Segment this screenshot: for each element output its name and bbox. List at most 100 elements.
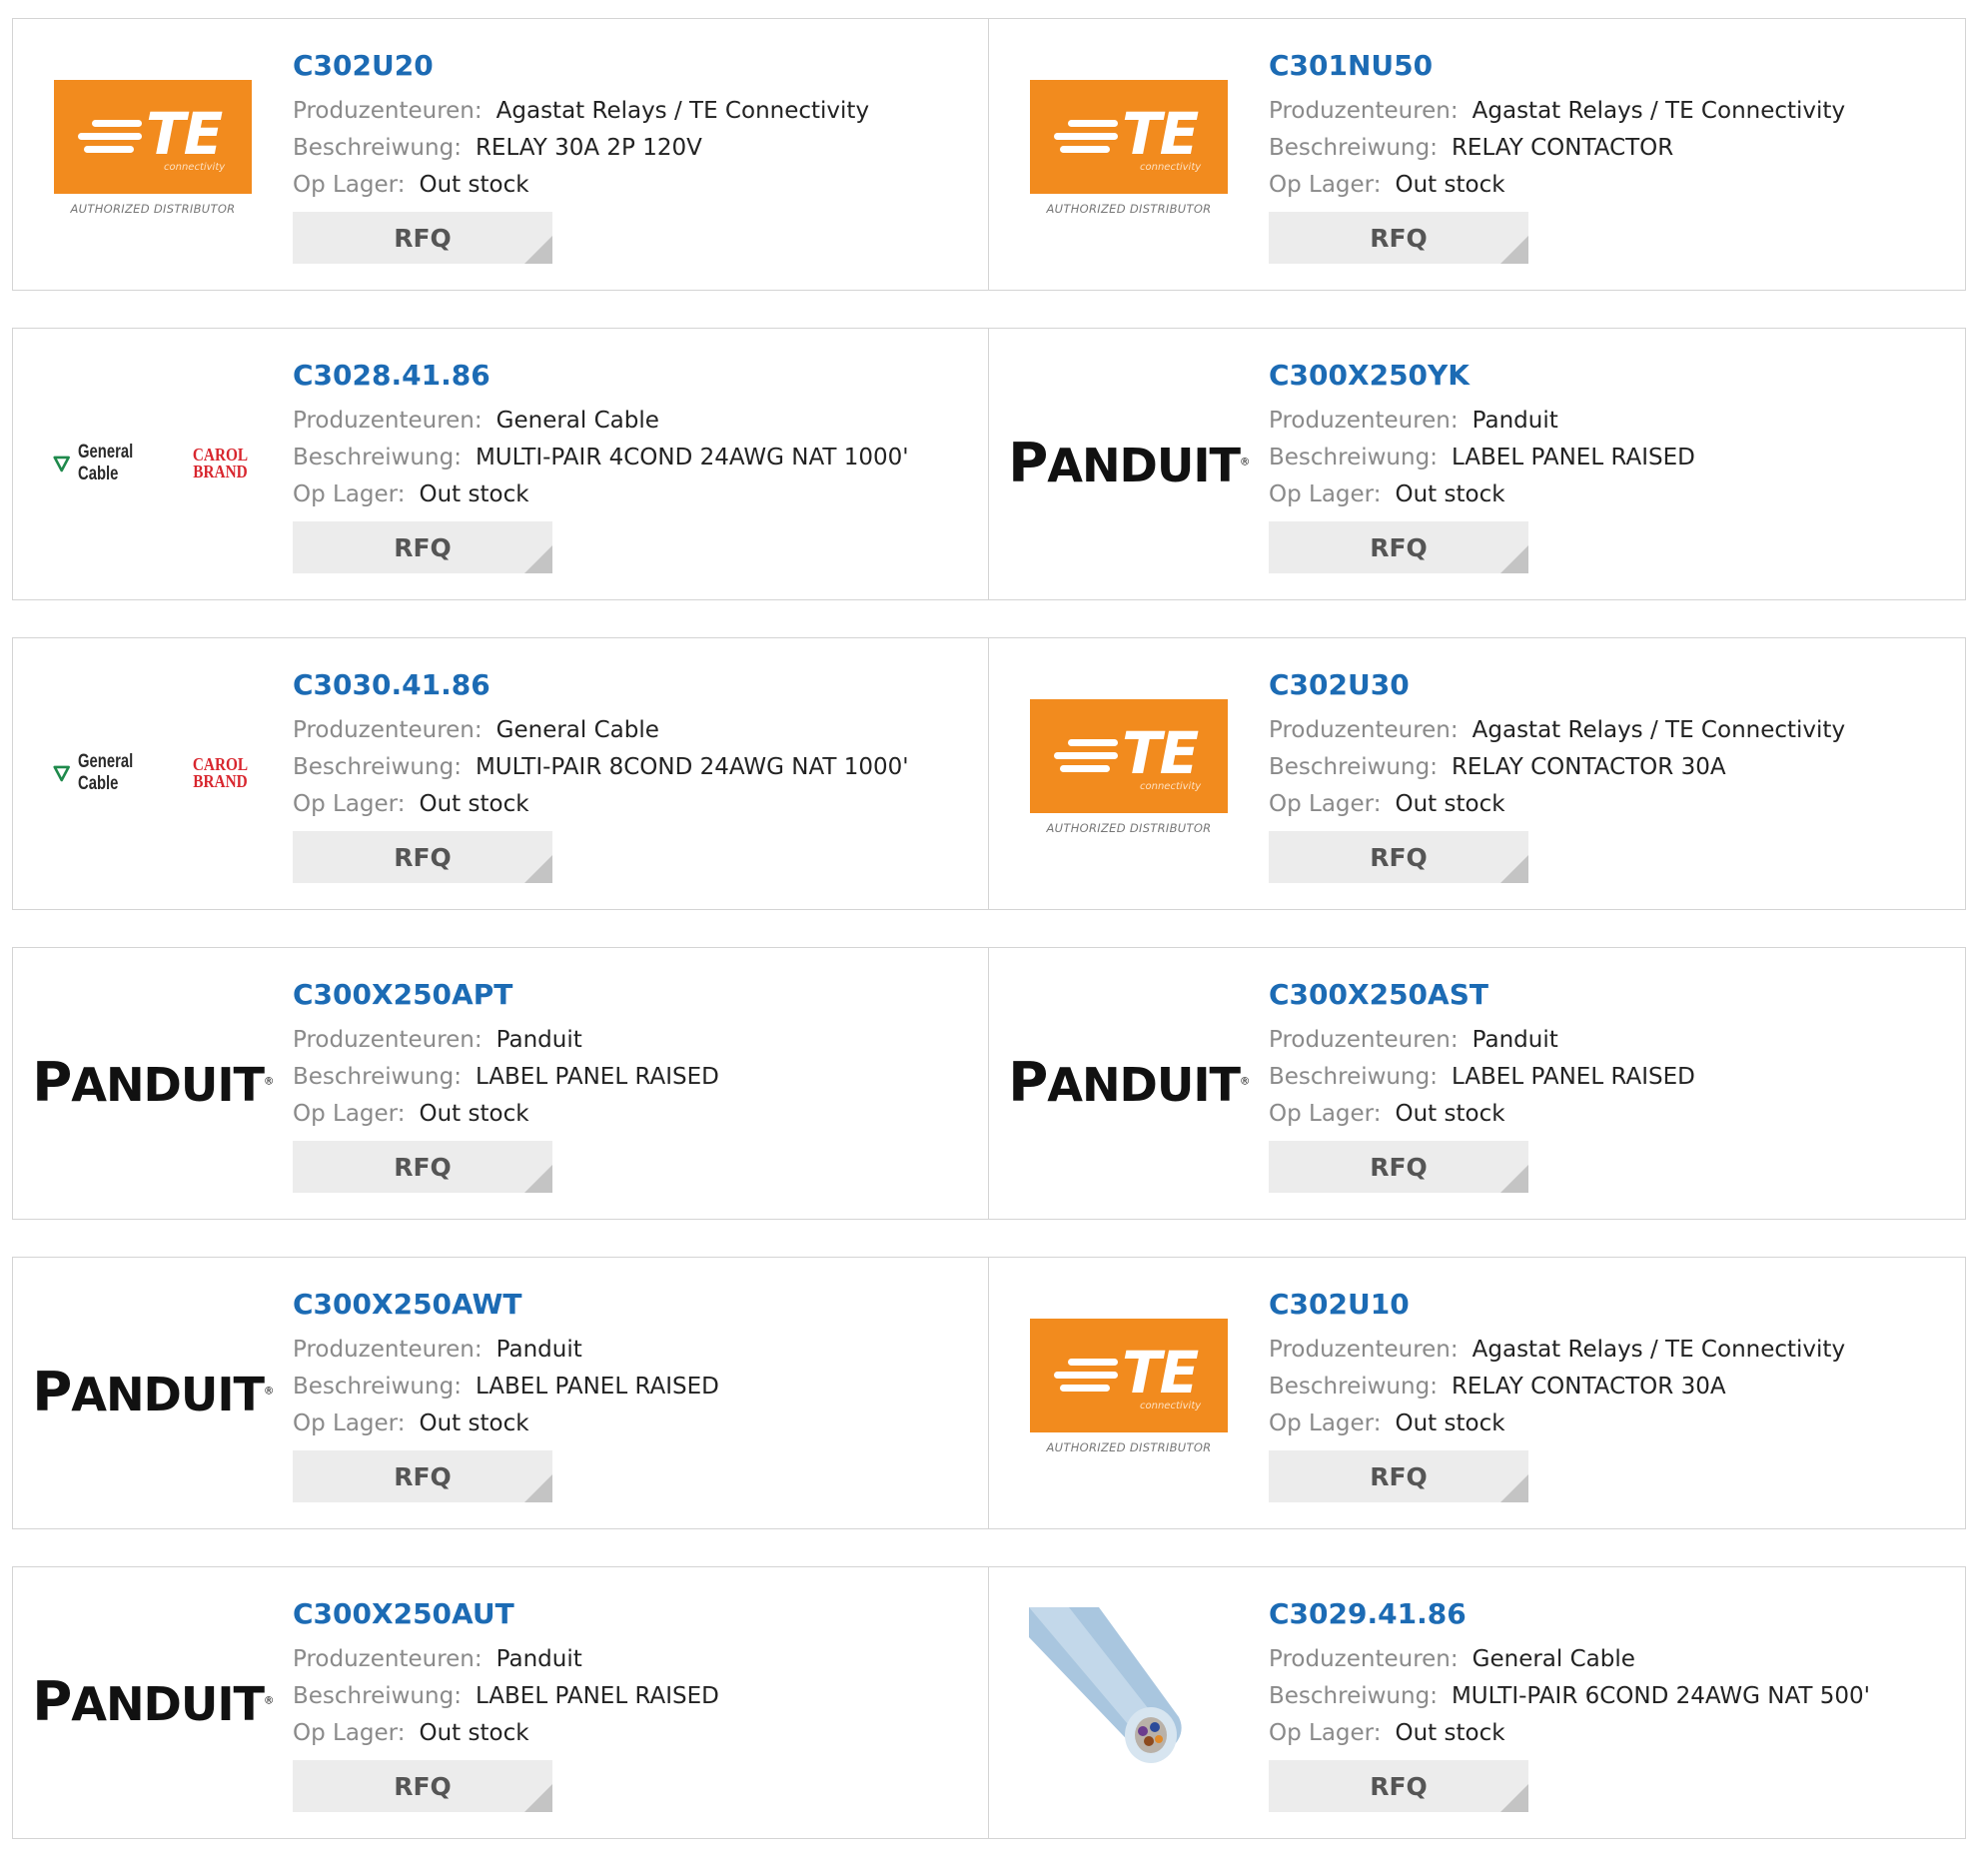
general-cable-shield-icon xyxy=(53,456,70,472)
rfq-button[interactable]: RFQ xyxy=(293,1760,552,1812)
rfq-button[interactable]: RFQ xyxy=(293,521,552,573)
description-value: MULTI-PAIR 4COND 24AWG NAT 1000' xyxy=(475,445,909,470)
product-card: General Cable CAROL BRAND C3028.41.86 Pr… xyxy=(12,328,989,600)
rfq-button[interactable]: RFQ xyxy=(1269,1760,1528,1812)
description-line: Beschreiwung: MULTI-PAIR 8COND 24AWG NAT … xyxy=(293,749,968,786)
part-number-link[interactable]: C3029.41.86 xyxy=(1269,1597,1945,1631)
product-info: C300X250APT Produzenteuren: Panduit Besch… xyxy=(293,978,968,1193)
description-value: RELAY CONTACTOR 30A xyxy=(1451,754,1726,780)
stock-line: Op Lager: Out stock xyxy=(293,1096,968,1133)
manufacturer-line: Produzenteuren: General Cable xyxy=(1269,1641,1945,1678)
panduit-logo: PANDUIT® xyxy=(32,1670,274,1734)
description-value: RELAY 30A 2P 120V xyxy=(475,135,702,161)
te-tagline: connectivity xyxy=(1140,162,1202,173)
manufacturer-label: Produzenteuren: xyxy=(1269,1646,1459,1672)
part-number-link[interactable]: C302U30 xyxy=(1269,668,1945,702)
product-info: C302U20 Produzenteuren: Agastat Relays / … xyxy=(293,49,968,264)
stock-label: Op Lager: xyxy=(1269,1410,1382,1436)
product-info: C300X250AWT Produzenteuren: Panduit Besch… xyxy=(293,1288,968,1502)
part-number-link[interactable]: C3030.41.86 xyxy=(293,668,968,702)
stock-value: Out stock xyxy=(1395,1720,1505,1746)
stock-line: Op Lager: Out stock xyxy=(293,1406,968,1442)
te-connectivity-logo: TE connectivity AUTHORIZED DISTRIBUTOR xyxy=(1030,80,1228,228)
stock-line: Op Lager: Out stock xyxy=(1269,786,1945,823)
manufacturer-logo: TE connectivity AUTHORIZED DISTRIBUTOR xyxy=(1029,79,1229,229)
manufacturer-logo: PANDUIT® xyxy=(32,1318,274,1467)
stock-line: Op Lager: Out stock xyxy=(1269,1715,1945,1752)
part-number-link[interactable]: C302U10 xyxy=(1269,1288,1945,1322)
stock-line: Op Lager: Out stock xyxy=(293,786,968,823)
part-number-link[interactable]: C300X250AUT xyxy=(293,1597,968,1631)
product-card: General Cable CAROL BRAND C3030.41.86 Pr… xyxy=(12,637,989,910)
rfq-button[interactable]: RFQ xyxy=(293,1141,552,1193)
manufacturer-label: Produzenteuren: xyxy=(1269,1027,1459,1053)
description-label: Beschreiwung: xyxy=(293,1374,462,1400)
manufacturer-label: Produzenteuren: xyxy=(293,408,483,434)
description-label: Beschreiwung: xyxy=(1269,1064,1438,1090)
product-card: TE connectivity AUTHORIZED DISTRIBUTOR C… xyxy=(989,1257,1966,1529)
manufacturer-label: Produzenteuren: xyxy=(293,717,483,743)
te-tagline: connectivity xyxy=(1140,781,1202,792)
description-label: Beschreiwung: xyxy=(1269,135,1438,161)
part-number-link[interactable]: C300X250AWT xyxy=(293,1288,968,1322)
product-card: PANDUIT® C300X250APT Produzenteuren: Pand… xyxy=(12,947,989,1220)
manufacturer-value: Panduit xyxy=(1472,408,1558,434)
manufacturer-logo: PANDUIT® xyxy=(1008,389,1250,538)
rfq-button[interactable]: RFQ xyxy=(293,831,552,883)
te-stripes-icon xyxy=(78,120,142,160)
manufacturer-value: Agastat Relays / TE Connectivity xyxy=(1472,1337,1846,1363)
description-label: Beschreiwung: xyxy=(293,1683,462,1709)
te-connectivity-logo: TE connectivity AUTHORIZED DISTRIBUTOR xyxy=(1030,1319,1228,1466)
description-value: MULTI-PAIR 8COND 24AWG NAT 1000' xyxy=(475,754,909,780)
stock-value: Out stock xyxy=(419,791,529,817)
part-number-link[interactable]: C300X250YK xyxy=(1269,359,1945,393)
rfq-button[interactable]: RFQ xyxy=(1269,831,1528,883)
manufacturer-logo xyxy=(1029,1607,1229,1797)
manufacturer-line: Produzenteuren: Panduit xyxy=(293,1022,968,1059)
rfq-button[interactable]: RFQ xyxy=(293,212,552,264)
rfq-button[interactable]: RFQ xyxy=(1269,212,1528,264)
general-cable-wordmark: General Cable xyxy=(78,751,134,794)
part-number-link[interactable]: C3028.41.86 xyxy=(293,359,968,393)
te-letters: TE xyxy=(146,100,223,168)
panduit-logo: PANDUIT® xyxy=(32,1051,274,1115)
manufacturer-line: Produzenteuren: Agastat Relays / TE Conne… xyxy=(293,93,968,130)
manufacturer-line: Produzenteuren: Panduit xyxy=(1269,403,1945,440)
description-label: Beschreiwung: xyxy=(1269,445,1438,470)
product-info: C300X250YK Produzenteuren: Panduit Beschr… xyxy=(1269,359,1945,573)
stock-line: Op Lager: Out stock xyxy=(1269,1406,1945,1442)
stock-line: Op Lager: Out stock xyxy=(1269,1096,1945,1133)
rfq-button[interactable]: RFQ xyxy=(293,1450,552,1502)
panduit-logo: PANDUIT® xyxy=(1008,1051,1250,1115)
part-number-link[interactable]: C301NU50 xyxy=(1269,49,1945,83)
manufacturer-value: Agastat Relays / TE Connectivity xyxy=(1472,98,1846,124)
authorized-distributor-text: AUTHORIZED DISTRIBUTOR xyxy=(1046,821,1212,835)
part-number-link[interactable]: C302U20 xyxy=(293,49,968,83)
product-row: TE connectivity AUTHORIZED DISTRIBUTOR C… xyxy=(12,18,1966,291)
stock-value: Out stock xyxy=(419,1720,529,1746)
rfq-button[interactable]: RFQ xyxy=(1269,521,1528,573)
stock-label: Op Lager: xyxy=(1269,172,1382,198)
description-label: Beschreiwung: xyxy=(293,135,462,161)
product-card: C3029.41.86 Produzenteuren: General Cable… xyxy=(989,1566,1966,1839)
part-number-link[interactable]: C300X250AST xyxy=(1269,978,1945,1012)
product-card: PANDUIT® C300X250AWT Produzenteuren: Pand… xyxy=(12,1257,989,1529)
manufacturer-label: Produzenteuren: xyxy=(293,1646,483,1672)
description-line: Beschreiwung: RELAY 30A 2P 120V xyxy=(293,130,968,167)
manufacturer-value: General Cable xyxy=(495,408,659,434)
description-value: LABEL PANEL RAISED xyxy=(1451,1064,1695,1090)
product-info: C300X250AST Produzenteuren: Panduit Besch… xyxy=(1269,978,1945,1193)
description-line: Beschreiwung: RELAY CONTACTOR 30A xyxy=(1269,749,1945,786)
rfq-button[interactable]: RFQ xyxy=(1269,1450,1528,1502)
manufacturer-line: Produzenteuren: Agastat Relays / TE Conne… xyxy=(1269,1332,1945,1369)
description-value: LABEL PANEL RAISED xyxy=(475,1064,719,1090)
stock-value: Out stock xyxy=(1395,481,1505,507)
rfq-button[interactable]: RFQ xyxy=(1269,1141,1528,1193)
description-label: Beschreiwung: xyxy=(293,445,462,470)
part-number-link[interactable]: C300X250APT xyxy=(293,978,968,1012)
product-row: PANDUIT® C300X250APT Produzenteuren: Pand… xyxy=(12,947,1966,1220)
manufacturer-logo: PANDUIT® xyxy=(32,1627,274,1777)
manufacturer-line: Produzenteuren: Panduit xyxy=(1269,1022,1945,1059)
manufacturer-value: General Cable xyxy=(1472,1646,1635,1672)
manufacturer-line: Produzenteuren: General Cable xyxy=(293,403,968,440)
